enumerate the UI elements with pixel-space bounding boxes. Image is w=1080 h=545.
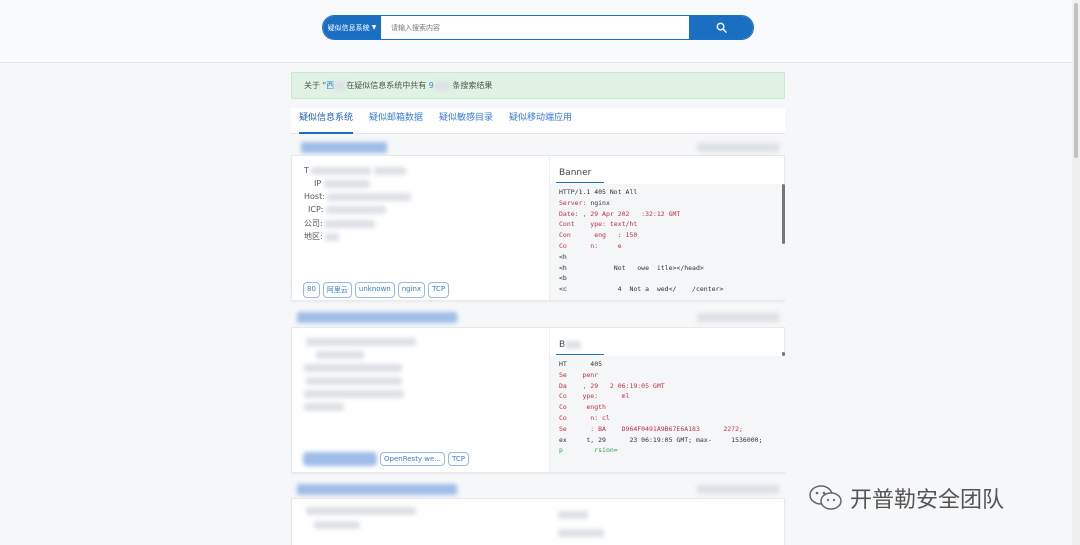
info-row-company: 公司: <box>304 218 376 229</box>
tab-suspected-mobile-apps[interactable]: 疑似移动端应用 <box>509 107 580 133</box>
search-category-dropdown[interactable]: 疑似信息系统 ▼ <box>323 16 381 39</box>
result-tabs: 疑似信息系统 疑似邮箱数据 疑似敏感目录 疑似移动端应用 <box>291 108 785 134</box>
info-row-region: 地区: <box>304 231 340 242</box>
banner-panel-1: Banner HTTP/1.1 405 Not All Server: nginx… <box>549 156 786 300</box>
result-header-2 <box>291 310 785 326</box>
tab-suspected-sensitive-dirs[interactable]: 疑似敏感目录 <box>439 107 501 133</box>
tag-list-1: 80 阿里云 unknown nginx TCP <box>303 282 450 298</box>
tab-suspected-info-systems[interactable]: 疑似信息系统 <box>299 107 361 134</box>
result-card-1: T IP Host: ICP: 公司: 地区: 80 阿里云 unknown n… <box>291 155 786 301</box>
result-count-notice: 关于 "西 在疑似信息系统中共有 9 条搜索结果 <box>291 72 785 99</box>
banner-line: HT 405 <box>559 360 603 368</box>
banner-line: p rsion= <box>559 446 618 455</box>
result-timestamp-2 <box>697 313 779 322</box>
banner-line: Se : BA D964F0491A9B67E6A183 2272; <box>559 424 743 433</box>
page-scrollbar[interactable] <box>1072 0 1080 545</box>
banner-content-2: HT 405 Se penr Da , 29 2 06:19:05 GMT Co yp… <box>550 356 786 472</box>
info-row-title: T <box>304 166 406 175</box>
result-link-3[interactable] <box>297 484 457 495</box>
banner-line: Con eng : 150 <box>559 231 638 240</box>
result-header-3 <box>291 482 785 498</box>
banner-line: Da , 29 2 06:19:05 GMT <box>559 381 665 390</box>
notice-suffix: 条搜索结果 <box>452 81 493 90</box>
result-timestamp-1 <box>697 143 779 152</box>
tag-list-2: OpenResty we... TCP <box>303 452 470 466</box>
banner-title-1: Banner <box>555 168 605 183</box>
search-button[interactable] <box>689 16 753 39</box>
result-link-1[interactable] <box>301 142 387 153</box>
result-header-1 <box>291 140 785 156</box>
banner-panel-2: B HT 405 Se penr Da , 29 2 06:19:05 GMT Co … <box>549 328 786 472</box>
info-row-host: Host: <box>304 192 412 201</box>
banner-line: <h <box>559 252 567 261</box>
notice-prefix: 关于 " <box>304 81 327 90</box>
banner-line: Co ype: ml <box>559 392 630 401</box>
tag-unknown[interactable]: unknown <box>354 282 395 298</box>
banner-line: <h Not owe itle></head> <box>559 263 704 272</box>
result-card-2: OpenResty we... TCP B HT 405 Se penr Da , … <box>291 327 786 473</box>
tag-protocol[interactable]: TCP <box>448 452 470 466</box>
tag-blurred[interactable] <box>303 452 377 466</box>
banner-line: <b <box>559 274 567 283</box>
tag-protocol[interactable]: TCP <box>428 282 450 298</box>
wechat-icon <box>809 485 842 510</box>
top-bar: 疑似信息系统 ▼ <box>0 0 1080 63</box>
banner-line: ex t, 29 23 06:19:05 GMT; max- 1536000; <box>559 435 763 444</box>
info-row-ip: IP <box>314 179 370 188</box>
notice-middle: 在疑似信息系统中共有 <box>346 81 427 90</box>
banner-line: Date: , 29 Apr 202 :32:12 GMT <box>559 209 681 218</box>
info-row-icp: ICP: <box>308 205 387 214</box>
banner-line: Co n: cl <box>559 413 610 422</box>
chevron-down-icon: ▼ <box>371 24 377 31</box>
banner-line: Server: nginx <box>559 198 610 207</box>
banner-scrollbar-2[interactable] <box>782 352 785 356</box>
result-info-2: OpenResty we... TCP <box>292 328 549 472</box>
tag-server[interactable]: nginx <box>397 282 426 298</box>
banner-line: HTTP/1.1 405 Not All <box>559 188 638 196</box>
banner-scrollbar-1[interactable] <box>782 184 785 244</box>
banner-line: Co ength <box>559 403 606 412</box>
tag-cloud[interactable]: 阿里云 <box>322 282 352 298</box>
result-info-1: T IP Host: ICP: 公司: 地区: 80 阿里云 unknown n… <box>292 156 549 300</box>
result-link-2[interactable] <box>297 312 457 323</box>
banner-title-2: B <box>555 340 605 355</box>
banner-line: Co n: e <box>559 241 622 250</box>
tag-port[interactable]: 80 <box>303 282 320 298</box>
tag-openresty[interactable]: OpenResty we... <box>380 452 446 466</box>
search-category-label: 疑似信息系统 <box>327 23 370 32</box>
result-card-3 <box>291 498 785 545</box>
search-input[interactable] <box>381 16 689 39</box>
watermark: 开普勒安全团队 <box>808 482 1004 514</box>
page-scrollbar-thumb[interactable] <box>1074 3 1078 158</box>
watermark-text: 开普勒安全团队 <box>850 488 1005 513</box>
tab-suspected-email-data[interactable]: 疑似邮箱数据 <box>369 107 431 133</box>
search-box: 疑似信息系统 ▼ <box>322 15 754 40</box>
banner-line: Cont ype: text/ht <box>559 220 638 229</box>
search-icon <box>716 22 727 33</box>
banner-line: <c 4 Not a wed</ /center> <box>559 285 724 294</box>
banner-content-1: HTTP/1.1 405 Not All Server: nginx Date: ,… <box>550 184 786 300</box>
banner-line: Se penr <box>559 370 599 379</box>
result-timestamp-3 <box>697 485 779 494</box>
